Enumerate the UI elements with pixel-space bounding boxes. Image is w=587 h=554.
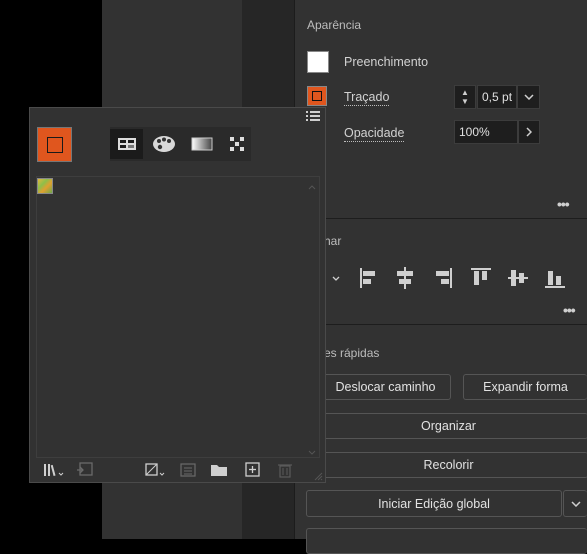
arrange-button[interactable]: Organizar	[308, 413, 587, 439]
fill-label: Preenchimento	[344, 55, 429, 69]
chevron-right-icon	[526, 127, 532, 137]
swatch-grid-icon	[117, 138, 136, 150]
pattern-swatch[interactable]	[37, 178, 53, 194]
appearance-more-icon[interactable]: •••	[557, 196, 570, 212]
color-swatches-button[interactable]	[147, 129, 180, 159]
align-title: har	[324, 234, 342, 248]
scrollbar-up-icon[interactable]	[308, 178, 316, 190]
new-color-group-icon[interactable]	[210, 462, 228, 478]
expand-shape-button[interactable]: Expandir forma	[463, 374, 587, 400]
opacity-label[interactable]: Opacidade	[344, 126, 405, 142]
new-swatch-icon[interactable]	[245, 462, 261, 478]
swatch-kind-menu-icon[interactable]	[144, 462, 168, 478]
opacity-input[interactable]: 100%	[454, 120, 518, 144]
pattern-icon	[229, 137, 244, 151]
align-top-icon[interactable]	[470, 266, 492, 290]
place-swatches-icon	[76, 462, 94, 478]
stroke-weight-stepper[interactable]: ▲ ▼	[454, 85, 476, 109]
panel-menu-icon[interactable]	[306, 109, 322, 123]
recolor-button[interactable]: Recolorir	[308, 452, 587, 478]
swatch-list[interactable]	[36, 176, 320, 458]
gradient-swatches-button[interactable]	[185, 129, 218, 159]
swatch-options-icon	[180, 462, 196, 478]
opacity-expand[interactable]	[518, 120, 540, 144]
global-edit-dropdown[interactable]	[563, 490, 587, 517]
show-all-swatches-button[interactable]	[110, 129, 143, 159]
scrollbar-down-icon[interactable]	[308, 444, 316, 455]
stroke-label[interactable]: Traçado	[344, 90, 390, 106]
align-bottom-icon[interactable]	[544, 266, 566, 290]
align-right-icon[interactable]	[432, 266, 454, 290]
stroke-weight-dropdown[interactable]	[517, 85, 540, 109]
quick-actions-title: es rápidas	[324, 346, 380, 360]
palette-icon	[152, 136, 175, 152]
fill-swatch[interactable]	[307, 51, 329, 73]
align-more-icon[interactable]: •••	[563, 302, 576, 318]
chevron-down-icon	[570, 500, 581, 507]
delete-swatch-icon	[277, 462, 293, 478]
offset-path-button[interactable]: Deslocar caminho	[320, 374, 451, 400]
divider	[294, 218, 587, 219]
stroke-swatch[interactable]	[307, 86, 327, 106]
appearance-title: Aparência	[307, 18, 362, 32]
swatch-libraries-icon[interactable]	[42, 462, 66, 478]
chevron-up-icon[interactable]: ▲	[461, 88, 469, 97]
stroke-weight-input[interactable]: 0,5 pt	[477, 85, 517, 109]
align-left-icon[interactable]	[358, 266, 380, 290]
align-vertical-center-icon[interactable]	[507, 266, 529, 290]
partial-button[interactable]	[306, 528, 587, 554]
divider	[294, 324, 587, 325]
global-edit-button[interactable]: Iniciar Edição global	[306, 490, 562, 517]
fill-stroke-indicator[interactable]	[37, 127, 72, 162]
chevron-down-icon	[523, 94, 534, 100]
pattern-swatches-button[interactable]	[220, 129, 253, 159]
gradient-icon	[191, 137, 212, 151]
chevron-down-icon[interactable]: ▼	[461, 97, 469, 106]
align-horizontal-center-icon[interactable]	[394, 266, 416, 290]
resize-grip-icon[interactable]	[313, 469, 323, 481]
